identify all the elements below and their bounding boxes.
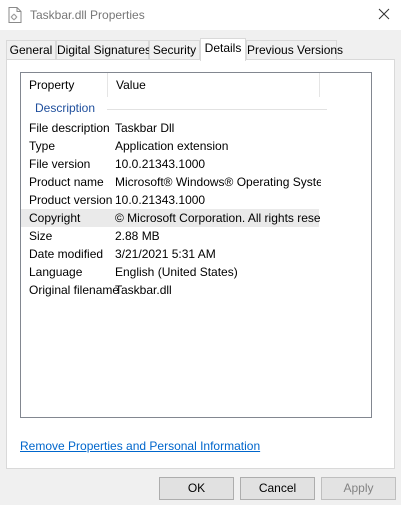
property-value: Taskbar Dll — [115, 121, 175, 135]
tab-general[interactable]: General — [6, 40, 56, 60]
table-row[interactable]: Product name Microsoft® Windows® Operati… — [21, 173, 371, 191]
tab-security[interactable]: Security — [149, 40, 200, 60]
property-value: 2.88 MB — [115, 229, 160, 243]
table-row-selected[interactable]: Copyright © Microsoft Corporation. All r… — [21, 209, 321, 227]
group-header-description[interactable]: Description — [21, 99, 371, 119]
property-name: Original filename — [29, 283, 120, 297]
column-header-value[interactable]: Value — [107, 73, 319, 97]
table-row[interactable]: Product version 10.0.21343.1000 — [21, 191, 371, 209]
table-row[interactable]: Type Application extension — [21, 137, 371, 155]
property-value: Application extension — [115, 139, 229, 153]
ok-button[interactable]: OK — [159, 477, 234, 500]
tab-digital-signatures[interactable]: Digital Signatures — [56, 40, 151, 60]
remove-properties-link[interactable]: Remove Properties and Personal Informati… — [20, 439, 260, 453]
property-value: Microsoft® Windows® Operating System — [115, 175, 321, 189]
table-row[interactable]: File description Taskbar Dll — [21, 119, 371, 137]
property-value: Taskbar.dll — [115, 283, 172, 297]
tab-previous-versions[interactable]: Previous Versions — [246, 40, 343, 60]
details-list[interactable]: Property Value Description File descript… — [20, 72, 372, 418]
window-title: Taskbar.dll Properties — [30, 8, 145, 22]
table-row[interactable]: Language English (United States) — [21, 263, 371, 281]
property-name: Language — [29, 265, 83, 279]
property-value: 3/21/2021 5:31 AM — [115, 247, 216, 261]
property-name: File description — [29, 121, 110, 135]
property-name: Copyright — [29, 211, 81, 225]
property-value: © Microsoft Corporation. All rights rese… — [115, 211, 321, 225]
property-name: Size — [29, 229, 53, 243]
cancel-button[interactable]: Cancel — [240, 477, 315, 500]
tab-details[interactable]: Details — [200, 38, 246, 61]
property-rows: File description Taskbar Dll Type Applic… — [21, 119, 371, 299]
table-row[interactable]: Date modified 3/21/2021 5:31 AM — [21, 245, 371, 263]
property-name: File version — [29, 157, 91, 171]
close-button[interactable] — [367, 0, 401, 30]
group-divider — [107, 109, 327, 110]
group-label: Description — [35, 101, 96, 115]
table-row[interactable]: Original filename Taskbar.dll — [21, 281, 371, 299]
property-value: 10.0.21343.1000 — [115, 193, 206, 207]
property-name: Type — [29, 139, 56, 153]
property-value: English (United States) — [115, 265, 238, 279]
column-header-property[interactable]: Property — [21, 73, 107, 97]
list-header: Property Value — [21, 73, 371, 97]
apply-button[interactable]: Apply — [321, 477, 396, 500]
property-name: Date modified — [29, 247, 104, 261]
column-header-filler — [319, 73, 371, 97]
table-row[interactable]: File version 10.0.21343.1000 — [21, 155, 371, 173]
property-name: Product name — [29, 175, 104, 189]
property-value: 10.0.21343.1000 — [115, 157, 206, 171]
document-icon — [8, 7, 22, 23]
title-bar: Taskbar.dll Properties — [0, 0, 401, 30]
details-panel: Property Value Description File descript… — [6, 59, 395, 469]
property-name: Product version — [29, 193, 113, 207]
table-row[interactable]: Size 2.88 MB — [21, 227, 371, 245]
